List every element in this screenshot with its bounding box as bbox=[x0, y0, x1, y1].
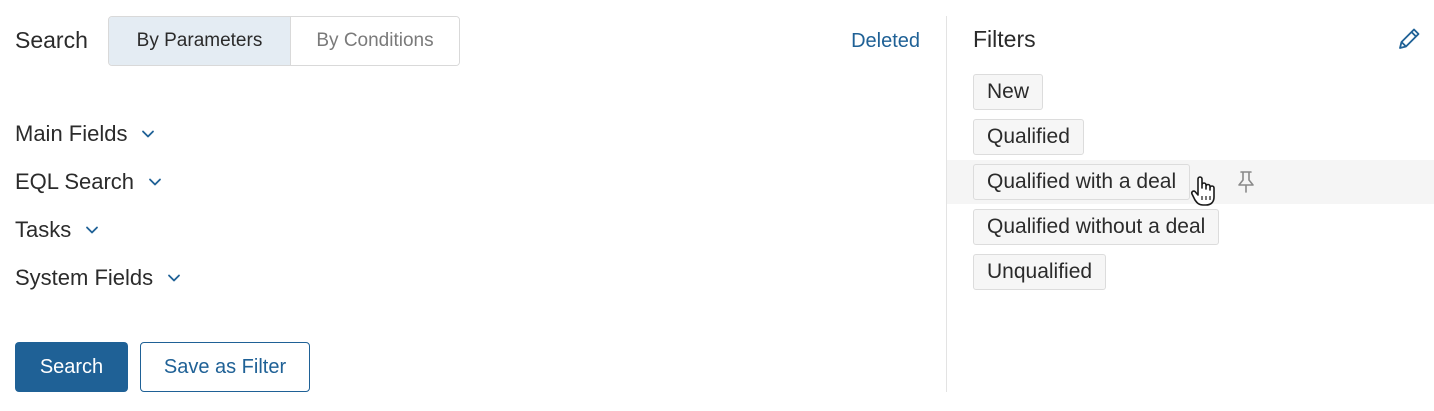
search-button[interactable]: Search bbox=[15, 342, 128, 392]
filter-row-hovered: Qualified with a deal bbox=[947, 160, 1434, 206]
deleted-link[interactable]: Deleted bbox=[851, 30, 920, 53]
filters-title: Filters bbox=[973, 26, 1036, 52]
filters-panel: Filters New Qualified Qualified with a d… bbox=[947, 0, 1434, 411]
pin-icon[interactable] bbox=[1235, 170, 1257, 194]
tab-by-conditions[interactable]: By Conditions bbox=[291, 17, 459, 65]
search-mode-toggle: By Parameters By Conditions bbox=[108, 16, 460, 66]
chevron-down-icon bbox=[148, 175, 162, 189]
filter-chip-unqualified[interactable]: Unqualified bbox=[973, 254, 1107, 290]
section-main-fields[interactable]: Main Fields bbox=[15, 121, 155, 147]
section-eql-search[interactable]: EQL Search bbox=[15, 169, 162, 195]
section-tasks[interactable]: Tasks bbox=[15, 217, 99, 243]
chevron-down-icon bbox=[167, 271, 181, 285]
search-panel: Search By Parameters By Conditions Delet… bbox=[0, 0, 946, 411]
section-system-fields[interactable]: System Fields bbox=[15, 265, 181, 291]
filter-row: Qualified bbox=[947, 115, 1434, 159]
section-label: System Fields bbox=[15, 265, 154, 290]
filter-chip-new[interactable]: New bbox=[973, 74, 1044, 110]
tab-by-parameters[interactable]: By Parameters bbox=[109, 17, 291, 65]
filter-row: Qualified without a deal bbox=[947, 205, 1434, 249]
filter-chip-qualified[interactable]: Qualified bbox=[973, 119, 1084, 155]
filter-row: Unqualified bbox=[947, 250, 1434, 294]
hand-pointer-icon bbox=[1188, 174, 1218, 208]
section-label: EQL Search bbox=[15, 169, 135, 194]
save-as-filter-button[interactable]: Save as Filter bbox=[140, 342, 310, 392]
search-title: Search bbox=[15, 27, 88, 53]
chevron-down-icon bbox=[141, 127, 155, 141]
filter-row: New bbox=[947, 70, 1434, 114]
section-label: Tasks bbox=[15, 217, 72, 242]
pencil-icon[interactable] bbox=[1394, 24, 1424, 54]
chevron-down-icon bbox=[85, 223, 99, 237]
filter-chip-qualified-with-deal[interactable]: Qualified with a deal bbox=[973, 164, 1191, 200]
section-label: Main Fields bbox=[15, 121, 128, 146]
filter-chip-qualified-without-deal[interactable]: Qualified without a deal bbox=[973, 209, 1220, 245]
